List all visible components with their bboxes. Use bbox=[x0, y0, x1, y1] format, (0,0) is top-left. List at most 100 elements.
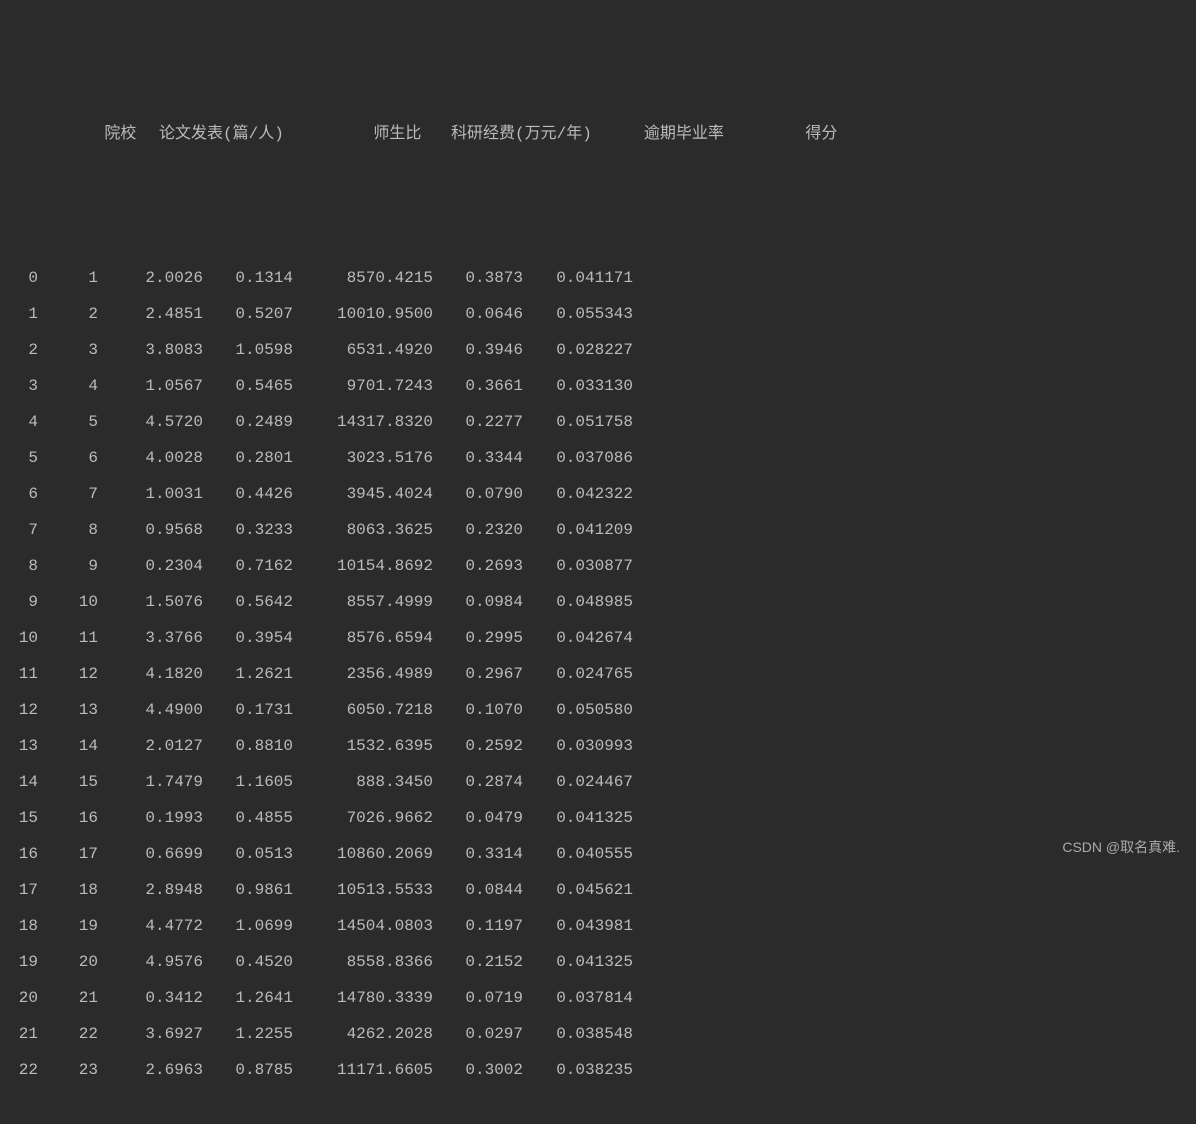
cell-overdue: 0.2152 bbox=[433, 944, 523, 980]
cell-ratio: 0.5642 bbox=[203, 584, 293, 620]
cell-institution: 5 bbox=[38, 404, 98, 440]
table-row: 13142.01270.88101532.63950.25920.030993 bbox=[8, 728, 1188, 764]
cell-institution: 19 bbox=[38, 908, 98, 944]
cell-institution: 1 bbox=[38, 260, 98, 296]
cell-score: 0.024467 bbox=[523, 764, 633, 800]
cell-score: 0.030993 bbox=[523, 728, 633, 764]
cell-index: 9 bbox=[8, 584, 38, 620]
cell-funding: 9701.7243 bbox=[293, 368, 433, 404]
cell-ratio: 0.1314 bbox=[203, 260, 293, 296]
dataframe-output: 院校论文发表(篇/人)师生比科研经费(万元/年)逾期毕业率得分 012.0026… bbox=[8, 8, 1188, 1124]
cell-ratio: 0.8810 bbox=[203, 728, 293, 764]
cell-funding: 11171.6605 bbox=[293, 1052, 433, 1088]
table-row: 9101.50760.56428557.49990.09840.048985 bbox=[8, 584, 1188, 620]
cell-ratio: 0.5207 bbox=[203, 296, 293, 332]
header-funding: 科研经费(万元/年) bbox=[421, 116, 621, 152]
table-row: 14151.74791.1605888.34500.28740.024467 bbox=[8, 764, 1188, 800]
cell-institution: 13 bbox=[38, 692, 98, 728]
cell-funding: 8557.4999 bbox=[293, 584, 433, 620]
cell-score: 0.048985 bbox=[523, 584, 633, 620]
table-row: 671.00310.44263945.40240.07900.042322 bbox=[8, 476, 1188, 512]
cell-funding: 888.3450 bbox=[293, 764, 433, 800]
cell-overdue: 0.3873 bbox=[433, 260, 523, 296]
cell-institution: 3 bbox=[38, 332, 98, 368]
table-row: 11124.18201.26212356.49890.29670.024765 bbox=[8, 656, 1188, 692]
cell-ratio: 0.7162 bbox=[203, 548, 293, 584]
cell-overdue: 0.0479 bbox=[433, 800, 523, 836]
cell-ratio: 0.4855 bbox=[203, 800, 293, 836]
cell-papers: 4.9576 bbox=[98, 944, 203, 980]
cell-score: 0.042322 bbox=[523, 476, 633, 512]
cell-funding: 8063.3625 bbox=[293, 512, 433, 548]
watermark: CSDN @取名真难. bbox=[1062, 837, 1180, 857]
cell-funding: 10154.8692 bbox=[293, 548, 433, 584]
cell-papers: 1.7479 bbox=[98, 764, 203, 800]
cell-index: 11 bbox=[8, 656, 38, 692]
cell-score: 0.051758 bbox=[523, 404, 633, 440]
cell-overdue: 0.1070 bbox=[433, 692, 523, 728]
cell-index: 5 bbox=[8, 440, 38, 476]
table-row: 16170.66990.051310860.20690.33140.040555 bbox=[8, 836, 1188, 872]
header-row: 院校论文发表(篇/人)师生比科研经费(万元/年)逾期毕业率得分 bbox=[8, 80, 1188, 188]
header-score: 得分 bbox=[746, 116, 896, 152]
table-row: 19204.95760.45208558.83660.21520.041325 bbox=[8, 944, 1188, 980]
cell-papers: 2.8948 bbox=[98, 872, 203, 908]
cell-papers: 4.5720 bbox=[98, 404, 203, 440]
cell-overdue: 0.3002 bbox=[433, 1052, 523, 1088]
table-row: 22232.69630.878511171.66050.30020.038235 bbox=[8, 1052, 1188, 1088]
cell-score: 0.043981 bbox=[523, 908, 633, 944]
cell-papers: 0.1993 bbox=[98, 800, 203, 836]
cell-ratio: 0.3954 bbox=[203, 620, 293, 656]
table-row: 15160.19930.48557026.96620.04790.041325 bbox=[8, 800, 1188, 836]
cell-funding: 2356.4989 bbox=[293, 656, 433, 692]
cell-papers: 4.0028 bbox=[98, 440, 203, 476]
cell-score: 0.042674 bbox=[523, 620, 633, 656]
cell-overdue: 0.2693 bbox=[433, 548, 523, 584]
cell-funding: 6531.4920 bbox=[293, 332, 433, 368]
cell-score: 0.041325 bbox=[523, 944, 633, 980]
cell-institution: 16 bbox=[38, 800, 98, 836]
cell-index: 3 bbox=[8, 368, 38, 404]
cell-funding: 14780.3339 bbox=[293, 980, 433, 1016]
table-row: 012.00260.13148570.42150.38730.041171 bbox=[8, 260, 1188, 296]
cell-papers: 0.2304 bbox=[98, 548, 203, 584]
cell-institution: 10 bbox=[38, 584, 98, 620]
table-row: 341.05670.54659701.72430.36610.033130 bbox=[8, 368, 1188, 404]
cell-score: 0.024765 bbox=[523, 656, 633, 692]
cell-overdue: 0.2874 bbox=[433, 764, 523, 800]
cell-papers: 1.0567 bbox=[98, 368, 203, 404]
cell-papers: 4.4900 bbox=[98, 692, 203, 728]
cell-papers: 2.4851 bbox=[98, 296, 203, 332]
cell-ratio: 1.2641 bbox=[203, 980, 293, 1016]
cell-overdue: 0.3314 bbox=[433, 836, 523, 872]
cell-institution: 22 bbox=[38, 1016, 98, 1052]
cell-institution: 12 bbox=[38, 656, 98, 692]
cell-ratio: 1.0699 bbox=[203, 908, 293, 944]
cell-index: 22 bbox=[8, 1052, 38, 1088]
cell-institution: 20 bbox=[38, 944, 98, 980]
table-row: 17182.89480.986110513.55330.08440.045621 bbox=[8, 872, 1188, 908]
header-papers: 论文发表(篇/人) bbox=[136, 116, 306, 152]
cell-ratio: 0.5465 bbox=[203, 368, 293, 404]
table-row: 890.23040.716210154.86920.26930.030877 bbox=[8, 548, 1188, 584]
cell-ratio: 0.4426 bbox=[203, 476, 293, 512]
cell-papers: 3.8083 bbox=[98, 332, 203, 368]
cell-index: 12 bbox=[8, 692, 38, 728]
cell-papers: 2.0026 bbox=[98, 260, 203, 296]
cell-overdue: 0.0984 bbox=[433, 584, 523, 620]
cell-papers: 0.3412 bbox=[98, 980, 203, 1016]
cell-index: 2 bbox=[8, 332, 38, 368]
cell-index: 6 bbox=[8, 476, 38, 512]
cell-institution: 17 bbox=[38, 836, 98, 872]
cell-funding: 6050.7218 bbox=[293, 692, 433, 728]
header-institution: 院校 bbox=[76, 116, 136, 152]
header-overdue: 逾期毕业率 bbox=[621, 116, 746, 152]
cell-score: 0.037086 bbox=[523, 440, 633, 476]
cell-overdue: 0.0719 bbox=[433, 980, 523, 1016]
cell-overdue: 0.2277 bbox=[433, 404, 523, 440]
cell-papers: 2.0127 bbox=[98, 728, 203, 764]
table-row: 564.00280.28013023.51760.33440.037086 bbox=[8, 440, 1188, 476]
cell-institution: 7 bbox=[38, 476, 98, 512]
cell-index: 7 bbox=[8, 512, 38, 548]
cell-overdue: 0.2320 bbox=[433, 512, 523, 548]
